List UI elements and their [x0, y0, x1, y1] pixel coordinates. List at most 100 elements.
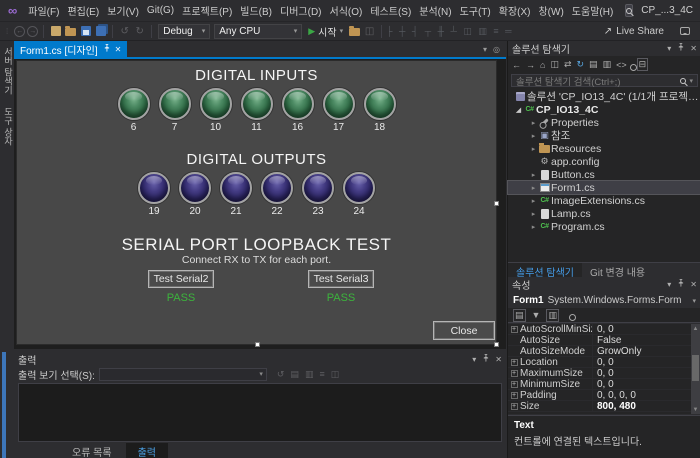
- minimize-button[interactable]: ─: [693, 0, 700, 22]
- switch-views-icon[interactable]: ◫: [550, 59, 559, 70]
- selected-object-select[interactable]: Form1 System.Windows.Forms.Form ▾: [508, 293, 700, 308]
- categorized-view-icon[interactable]: ▤: [513, 309, 526, 322]
- menu-item-analyze[interactable]: 분석(N): [415, 0, 455, 21]
- property-row-autosize[interactable]: AutoSize False: [508, 335, 700, 346]
- expand-icon[interactable]: +: [511, 381, 518, 388]
- chevron-down-icon[interactable]: ▾: [472, 355, 476, 364]
- pin-icon[interactable]: [103, 44, 110, 54]
- resize-handle-corner[interactable]: [494, 342, 499, 347]
- close-panel-icon[interactable]: ✕: [690, 280, 697, 289]
- clear-all-icon[interactable]: ◫: [331, 369, 340, 380]
- chevron-right-icon[interactable]: ▸: [529, 184, 538, 192]
- tree-item-buttoncs[interactable]: ▸ Button.cs: [508, 168, 700, 181]
- property-row-size[interactable]: + Size 800, 480: [508, 401, 700, 412]
- menu-item-debug[interactable]: 디버그(D): [276, 0, 325, 21]
- tab-solution-explorer[interactable]: 솔루션 탐색기: [508, 263, 582, 277]
- tab-output[interactable]: 출력: [126, 443, 168, 458]
- close-panel-icon[interactable]: ✕: [495, 355, 502, 364]
- pending-changes-filter-icon[interactable]: ⇄: [564, 59, 572, 70]
- properties-view-icon[interactable]: ▥: [546, 309, 559, 322]
- quick-search-box[interactable]: [625, 4, 633, 17]
- nested-view-icon[interactable]: ▤: [589, 59, 598, 70]
- scroll-down-icon[interactable]: ▼: [693, 405, 699, 414]
- new-project-icon[interactable]: [48, 24, 63, 39]
- expand-icon[interactable]: +: [511, 370, 518, 377]
- tree-item-references[interactable]: ▸ ▣ 참조: [508, 129, 700, 142]
- menu-item-git[interactable]: Git(G): [143, 2, 178, 19]
- tree-item-programcs[interactable]: ▸ C# Program.cs: [508, 220, 700, 233]
- pin-icon[interactable]: [677, 279, 684, 289]
- property-row-maximumsize[interactable]: + MaximumSize 0, 0: [508, 368, 700, 379]
- menu-item-file[interactable]: 파일(F): [24, 0, 63, 21]
- chevron-right-icon[interactable]: ▸: [529, 145, 538, 153]
- tree-item-imageextensionscs[interactable]: ▸ C# ImageExtensions.cs: [508, 194, 700, 207]
- open-folder-icon[interactable]: [347, 24, 362, 39]
- feedback-icon[interactable]: [680, 27, 690, 35]
- property-row-padding[interactable]: + Padding 0, 0, 0, 0: [508, 390, 700, 401]
- scrollbar-thumb[interactable]: [692, 355, 699, 381]
- expand-icon[interactable]: +: [511, 392, 518, 399]
- back-icon[interactable]: ←: [512, 60, 521, 70]
- resize-handle-right[interactable]: [494, 201, 499, 206]
- window-options-icon[interactable]: ◎: [493, 45, 500, 54]
- live-share-button[interactable]: ↗ Live Share: [604, 26, 700, 37]
- undo-icon[interactable]: ↺: [117, 24, 132, 39]
- close-form-button[interactable]: Close: [433, 321, 495, 340]
- menu-item-test[interactable]: 테스트(S): [366, 0, 415, 21]
- tree-item-form1cs[interactable]: ▸ Form1.cs: [508, 181, 700, 194]
- pin-icon[interactable]: [482, 354, 489, 364]
- save-icon[interactable]: [78, 24, 93, 39]
- close-panel-icon[interactable]: ✕: [690, 44, 697, 53]
- property-row-minimumsize[interactable]: + MinimumSize 0, 0: [508, 379, 700, 390]
- output-source-select[interactable]: ▾: [99, 368, 267, 381]
- scroll-up-icon[interactable]: ▲: [693, 324, 699, 333]
- chevron-expanded-icon[interactable]: ◢: [514, 106, 523, 114]
- save-all-icon[interactable]: [93, 24, 108, 39]
- solution-configuration-select[interactable]: Debug▾: [158, 24, 210, 39]
- test-serial3-button[interactable]: Test Serial3: [308, 270, 374, 288]
- property-row-autoscrollminsize[interactable]: + AutoScrollMinSize 0, 0: [508, 324, 700, 335]
- chevron-right-icon[interactable]: ▸: [529, 223, 538, 231]
- solution-explorer-titlebar[interactable]: 솔루션 탐색기 ▾ ✕: [508, 41, 700, 55]
- chevron-down-icon[interactable]: ▾: [667, 280, 671, 289]
- tree-item-resources[interactable]: ▸ Resources: [508, 142, 700, 155]
- test-serial2-button[interactable]: Test Serial2: [148, 270, 214, 288]
- chevron-right-icon[interactable]: ▸: [529, 197, 538, 205]
- tree-item-appconfig[interactable]: ⚙ app.config: [508, 155, 700, 168]
- menu-item-format[interactable]: 서식(O): [326, 0, 367, 21]
- menu-item-build[interactable]: 빌드(B): [236, 0, 276, 21]
- tab-git-changes[interactable]: Git 변경 내용: [582, 263, 653, 277]
- close-tab-icon[interactable]: ✕: [115, 45, 122, 54]
- word-wrap-icon[interactable]: ≡: [319, 369, 324, 379]
- home-icon[interactable]: ⌂: [540, 60, 545, 70]
- expand-icon[interactable]: +: [511, 359, 518, 366]
- chevron-down-icon[interactable]: ▾: [667, 44, 671, 53]
- pin-icon[interactable]: [677, 43, 684, 53]
- message-prev-icon[interactable]: ↺: [277, 369, 285, 380]
- expand-icon[interactable]: +: [511, 403, 518, 410]
- properties-scrollbar[interactable]: ▲ ▼: [691, 324, 700, 414]
- menu-item-tools[interactable]: 도구(T): [456, 0, 495, 21]
- tree-item-solution[interactable]: 솔루션 'CP_IO13_4C' (1/1개 프로젝트): [508, 90, 700, 103]
- list-icon[interactable]: ▥: [305, 369, 314, 380]
- chevron-down-icon[interactable]: ▾: [483, 45, 487, 54]
- tab-error-list[interactable]: 오류 목록: [60, 443, 124, 458]
- menu-item-extensions[interactable]: 확장(X): [495, 0, 535, 21]
- show-all-files-icon[interactable]: ▥: [603, 59, 612, 70]
- chevron-right-icon[interactable]: ▸: [529, 171, 538, 179]
- chevron-right-icon[interactable]: ▸: [529, 119, 538, 127]
- forms-designer-canvas[interactable]: DIGITAL INPUTS 6 7 10 11 16 17 18 DIGITA…: [14, 59, 506, 349]
- solution-platform-select[interactable]: Any CPU▾: [214, 24, 302, 39]
- preview-window-icon[interactable]: ◫: [362, 24, 377, 39]
- menu-item-edit[interactable]: 편집(E): [63, 0, 103, 21]
- forward-icon[interactable]: →: [526, 60, 535, 70]
- property-row-autosizemode[interactable]: AutoSizeMode GrowOnly: [508, 346, 700, 357]
- menu-item-help[interactable]: 도움말(H): [568, 0, 617, 21]
- designed-form[interactable]: DIGITAL INPUTS 6 7 10 11 16 17 18 DIGITA…: [16, 60, 497, 345]
- chevron-right-icon[interactable]: ▸: [529, 210, 538, 218]
- alphabetical-sort-icon[interactable]: ▼: [532, 310, 541, 320]
- chevron-right-icon[interactable]: ▸: [529, 132, 538, 140]
- collapse-all-icon[interactable]: ⊟: [637, 58, 649, 71]
- properties-panel-titlebar[interactable]: 속성 ▾ ✕: [508, 277, 700, 291]
- property-row-location[interactable]: + Location 0, 0: [508, 357, 700, 368]
